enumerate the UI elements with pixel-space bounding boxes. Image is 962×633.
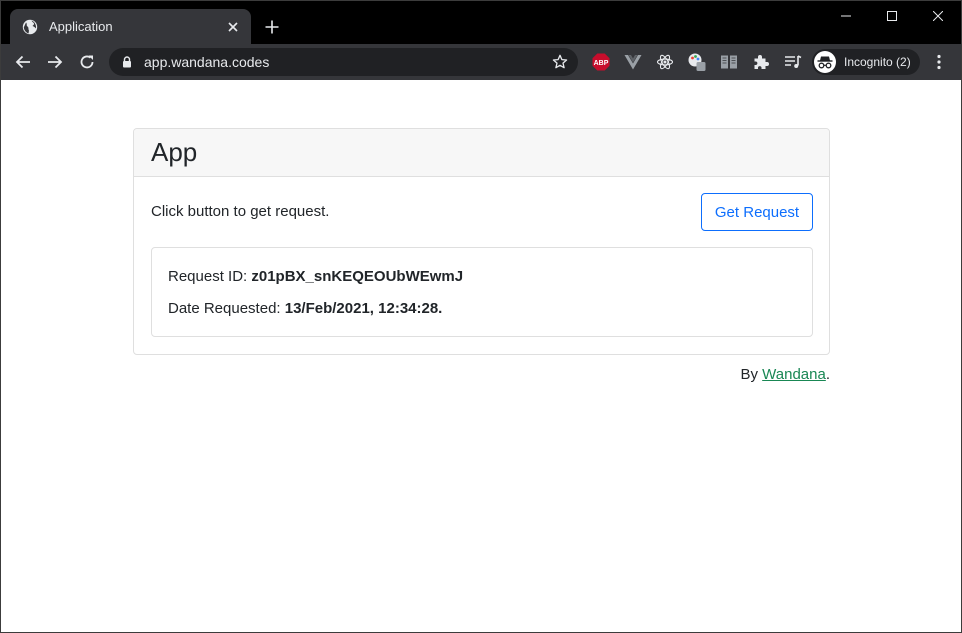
- abp-label: ABP: [594, 60, 609, 67]
- incognito-icon: [814, 51, 836, 73]
- app-card: App Click button to get request. Get Req…: [133, 128, 830, 355]
- card-title: App: [151, 137, 198, 167]
- request-id-row: Request ID: z01pBX_snKEQEOUbWEwmJ: [168, 267, 796, 299]
- media-queue-icon[interactable]: [781, 50, 805, 74]
- reload-icon[interactable]: [73, 48, 101, 76]
- tab-title: Application: [49, 19, 113, 34]
- back-arrow-icon[interactable]: [9, 48, 37, 76]
- request-result-box: Request ID: z01pBX_snKEQEOUbWEwmJ Date R…: [151, 247, 813, 337]
- get-request-button[interactable]: Get Request: [701, 193, 813, 231]
- request-id-value: z01pBX_snKEQEOUbWEwmJ: [251, 268, 464, 285]
- url-text: app.wandana.codes: [144, 54, 270, 70]
- minimize-icon[interactable]: [823, 1, 869, 31]
- card-body: Click button to get request. Get Request…: [134, 177, 829, 355]
- incognito-profile-button[interactable]: Incognito (2): [812, 49, 920, 75]
- request-id-label: Request ID:: [168, 268, 252, 285]
- globe-icon: [22, 19, 38, 35]
- date-requested-label: Date Requested:: [168, 300, 285, 317]
- prompt-text: Click button to get request.: [151, 203, 330, 220]
- date-requested-row: Date Requested: 13/Feb/2021, 12:34:28.: [168, 299, 796, 331]
- address-bar[interactable]: app.wandana.codes: [109, 48, 578, 76]
- profile-label: Incognito (2): [844, 55, 911, 69]
- page-footer: By Wandana.: [740, 366, 830, 383]
- adblock-plus-icon[interactable]: ABP: [589, 50, 613, 74]
- page-viewport: App Click button to get request. Get Req…: [1, 80, 961, 632]
- reader-icon[interactable]: [717, 50, 741, 74]
- new-tab-icon[interactable]: [261, 16, 283, 38]
- forward-arrow-icon[interactable]: [41, 48, 69, 76]
- browser-toolbar: app.wandana.codes ABP Incognito (2): [1, 44, 961, 80]
- date-requested-value: 13/Feb/2021, 12:34:28.: [284, 300, 443, 317]
- kebab-menu-icon[interactable]: [927, 50, 951, 74]
- tab-strip: Application: [1, 1, 961, 44]
- footer-suffix: .: [825, 366, 830, 383]
- puzzle-icon[interactable]: [749, 50, 773, 74]
- react-devtools-icon[interactable]: [653, 50, 677, 74]
- maximize-icon[interactable]: [869, 1, 915, 31]
- card-header: App: [134, 129, 829, 177]
- wandana-link[interactable]: Wandana: [762, 366, 826, 383]
- browser-window: Application app.wandana.codes ABP Incogn…: [0, 0, 962, 633]
- tab-application[interactable]: Application: [10, 9, 251, 44]
- close-tab-icon[interactable]: [223, 17, 243, 37]
- close-window-icon[interactable]: [915, 1, 961, 31]
- bookmark-star-icon[interactable]: [549, 51, 571, 73]
- footer-prefix: By: [740, 366, 763, 383]
- lock-icon: [120, 55, 134, 69]
- color-picker-icon[interactable]: [685, 50, 709, 74]
- vue-devtools-icon[interactable]: [621, 50, 645, 74]
